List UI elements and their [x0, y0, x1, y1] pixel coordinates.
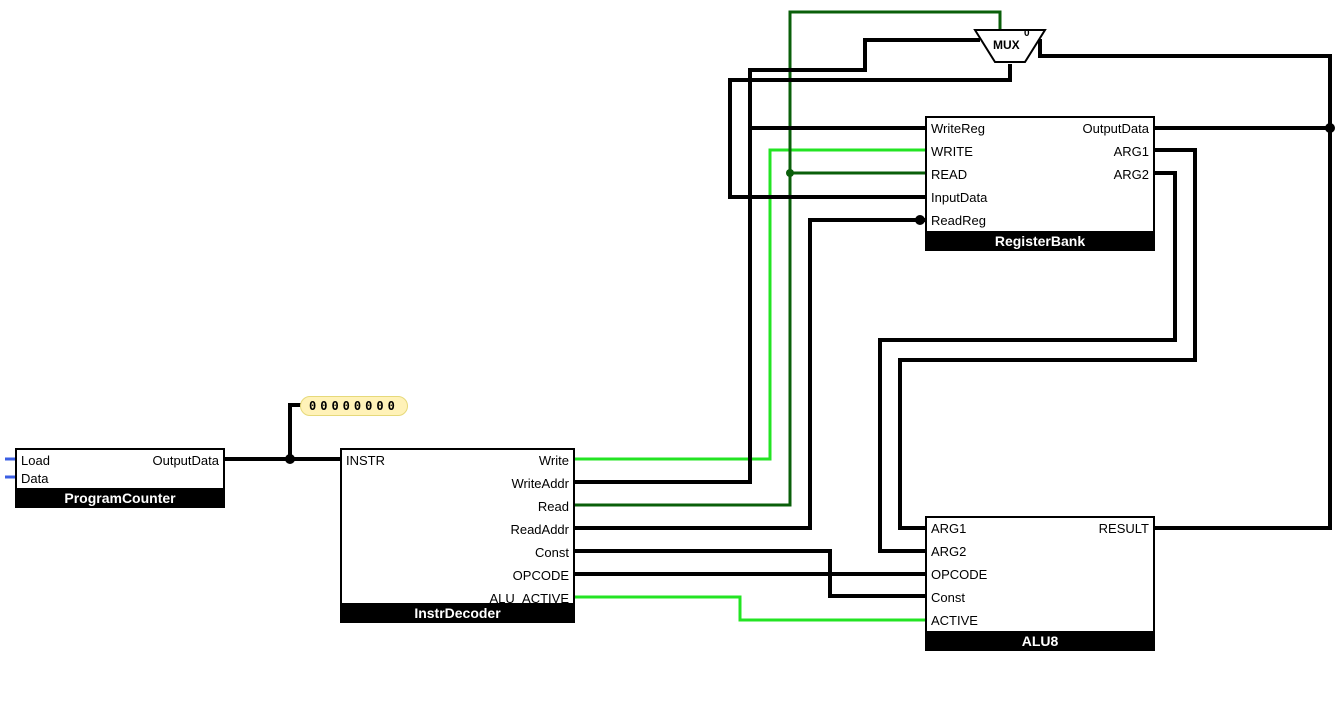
port-dec-const: Const: [531, 546, 573, 560]
bit-probe: 00000000: [300, 396, 408, 416]
block-title-dec: InstrDecoder: [340, 603, 575, 623]
block-title-rb: RegisterBank: [925, 231, 1155, 251]
port-pc-data: Data: [17, 472, 52, 486]
port-pc-output: OutputData: [149, 454, 224, 468]
port-rb-inputdata: InputData: [927, 191, 991, 205]
port-rb-writereg: WriteReg: [927, 122, 989, 136]
port-rb-read: READ: [927, 168, 971, 182]
block-title-alu: ALU8: [925, 631, 1155, 651]
port-alu-opcode: OPCODE: [927, 568, 991, 582]
port-rb-readreg: ReadReg: [927, 214, 990, 228]
port-rb-arg1: ARG1: [1110, 145, 1153, 159]
port-rb-arg2: ARG2: [1110, 168, 1153, 182]
port-rb-outputdata: OutputData: [1079, 122, 1154, 136]
port-dec-instr: INSTR: [342, 454, 389, 468]
port-dec-opcode: OPCODE: [509, 569, 573, 583]
mux-sel-label: 0: [1024, 28, 1030, 39]
port-alu-arg2: ARG2: [927, 545, 970, 559]
port-dec-readaddr: ReadAddr: [506, 523, 573, 537]
port-alu-arg1: ARG1: [927, 522, 970, 536]
port-alu-active: ACTIVE: [927, 614, 982, 628]
port-alu-const: Const: [927, 591, 969, 605]
port-rb-write: WRITE: [927, 145, 977, 159]
port-dec-write: Write: [535, 454, 573, 468]
port-alu-result: RESULT: [1095, 522, 1153, 536]
block-instr-decoder[interactable]: INSTR Write WriteAddr Read ReadAddr Cons…: [340, 448, 575, 623]
block-title-pc: ProgramCounter: [15, 488, 225, 508]
bit-probe-value: 00000000: [309, 399, 399, 413]
block-register-bank[interactable]: WriteReg WRITE READ InputData ReadReg Ou…: [925, 116, 1155, 251]
port-pc-load: Load: [17, 454, 54, 468]
port-dec-writeaddr: WriteAddr: [507, 477, 573, 491]
block-alu8[interactable]: ARG1 ARG2 OPCODE Const ACTIVE RESULT ALU…: [925, 516, 1155, 651]
mux-label: MUX: [993, 38, 1020, 52]
port-dec-read: Read: [534, 500, 573, 514]
block-program-counter[interactable]: Load Data OutputData ProgramCounter: [15, 448, 225, 508]
